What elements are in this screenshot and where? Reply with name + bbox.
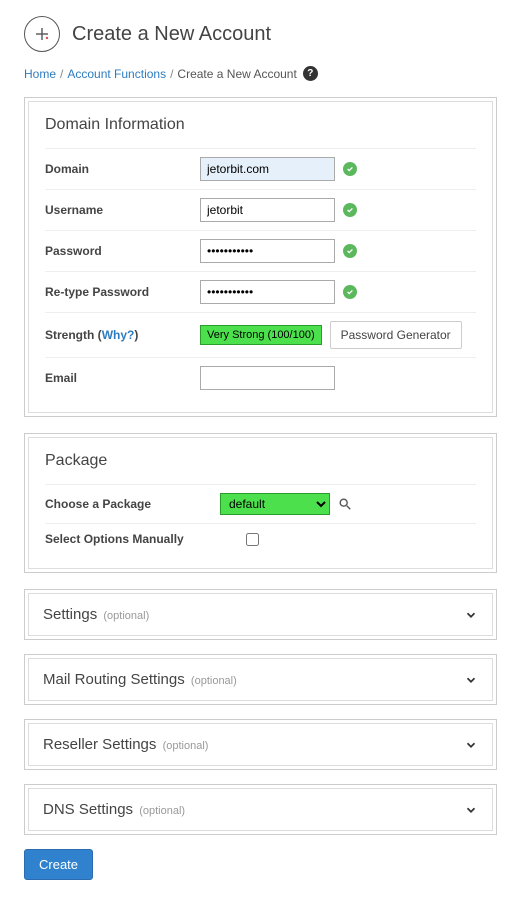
row-password: Password xyxy=(45,230,476,271)
check-icon xyxy=(343,162,357,176)
retype-password-input[interactable] xyxy=(200,280,335,304)
row-email: Email xyxy=(45,357,476,398)
reseller-section: Reseller Settings (optional) xyxy=(24,719,497,770)
help-icon[interactable]: ? xyxy=(303,66,318,81)
page-title: Create a New Account xyxy=(72,23,271,46)
row-domain: Domain xyxy=(45,148,476,189)
search-icon[interactable] xyxy=(338,497,352,511)
row-retype-password: Re-type Password xyxy=(45,271,476,312)
breadcrumb-sep: / xyxy=(170,67,173,81)
breadcrumb-current: Create a New Account xyxy=(177,67,296,81)
chevron-down-icon xyxy=(464,673,478,687)
settings-toggle[interactable]: Settings (optional) xyxy=(28,593,493,636)
strength-badge: Very Strong (100/100) xyxy=(200,325,322,345)
row-strength: Strength (Why?) Very Strong (100/100) Pa… xyxy=(45,312,476,357)
domain-input[interactable] xyxy=(200,157,335,181)
email-input[interactable] xyxy=(200,366,335,390)
breadcrumb-home[interactable]: Home xyxy=(24,67,56,81)
chevron-down-icon xyxy=(464,608,478,622)
package-panel: Package Choose a Package default Select … xyxy=(24,433,497,573)
label-domain: Domain xyxy=(45,162,200,176)
breadcrumb: Home / Account Functions / Create a New … xyxy=(24,66,497,81)
chevron-down-icon xyxy=(464,738,478,752)
label-choose-package: Choose a Package xyxy=(45,497,220,511)
row-choose-package: Choose a Package default xyxy=(45,484,476,523)
add-user-icon xyxy=(24,16,60,52)
settings-section: Settings (optional) xyxy=(24,589,497,640)
reseller-toggle[interactable]: Reseller Settings (optional) xyxy=(28,723,493,766)
label-strength: Strength (Why?) xyxy=(45,328,200,342)
domain-info-panel: Domain Information Domain Username Passw… xyxy=(24,97,497,417)
chevron-down-icon xyxy=(464,803,478,817)
breadcrumb-sep: / xyxy=(60,67,63,81)
page-header: Create a New Account xyxy=(24,16,497,52)
domain-info-title: Domain Information xyxy=(45,116,476,134)
password-generator-button[interactable]: Password Generator xyxy=(330,321,462,349)
password-input[interactable] xyxy=(200,239,335,263)
package-title: Package xyxy=(45,452,476,470)
label-select-manually: Select Options Manually xyxy=(45,532,220,546)
mail-routing-section: Mail Routing Settings (optional) xyxy=(24,654,497,705)
label-email: Email xyxy=(45,371,200,385)
why-link[interactable]: Why? xyxy=(102,328,135,342)
mail-routing-toggle[interactable]: Mail Routing Settings (optional) xyxy=(28,658,493,701)
breadcrumb-account-functions[interactable]: Account Functions xyxy=(67,67,166,81)
row-username: Username xyxy=(45,189,476,230)
check-icon xyxy=(343,285,357,299)
create-button[interactable]: Create xyxy=(24,849,93,880)
label-password: Password xyxy=(45,244,200,258)
label-username: Username xyxy=(45,203,200,217)
dns-section: DNS Settings (optional) xyxy=(24,784,497,835)
check-icon xyxy=(343,244,357,258)
row-select-manually: Select Options Manually xyxy=(45,523,476,554)
username-input[interactable] xyxy=(200,198,335,222)
select-manually-checkbox[interactable] xyxy=(246,533,259,546)
dns-toggle[interactable]: DNS Settings (optional) xyxy=(28,788,493,831)
check-icon xyxy=(343,203,357,217)
label-retype-password: Re-type Password xyxy=(45,285,200,299)
package-select[interactable]: default xyxy=(220,493,330,515)
